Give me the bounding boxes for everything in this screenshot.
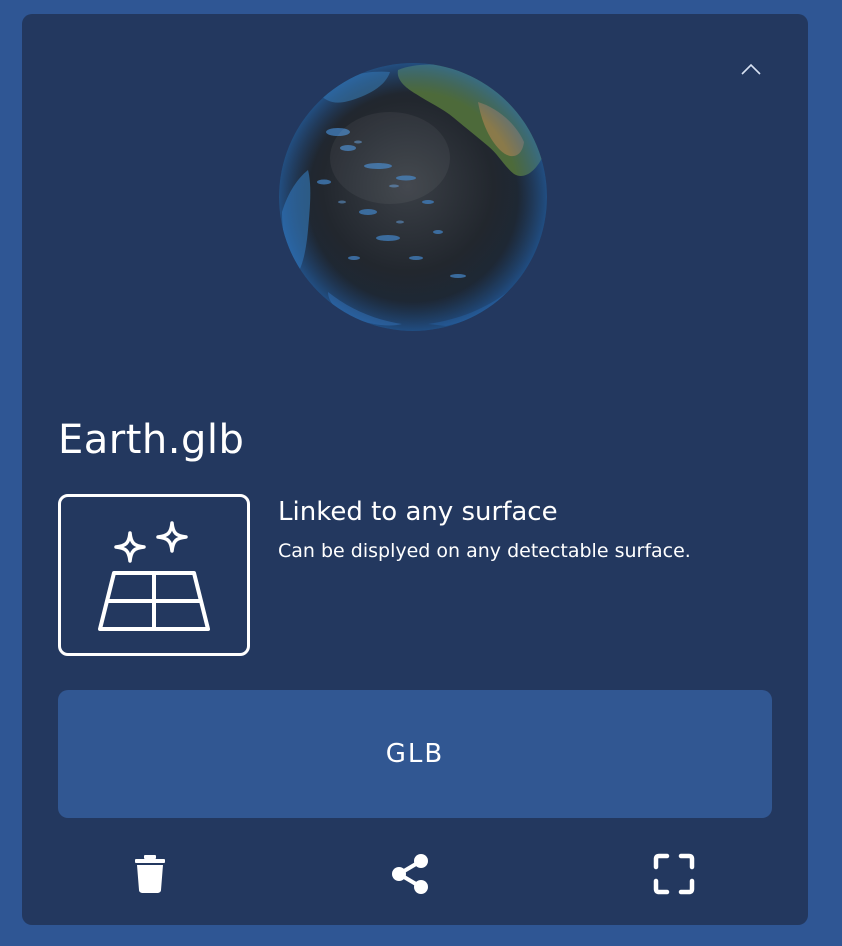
fullscreen-icon <box>653 853 695 895</box>
model-card: Earth.glb Linked to any surface Can be d… <box>22 14 808 925</box>
fullscreen-button[interactable] <box>648 848 700 900</box>
format-button[interactable]: GLB <box>58 690 772 818</box>
model-preview[interactable] <box>278 62 548 332</box>
surface-sparkle-icon <box>98 521 210 631</box>
placement-title: Linked to any surface <box>278 497 558 527</box>
share-icon <box>392 854 428 894</box>
placement-icon-box <box>58 494 250 656</box>
share-button[interactable] <box>384 848 436 900</box>
globe-preview <box>279 63 547 331</box>
chevron-up-icon <box>741 63 761 75</box>
delete-button[interactable] <box>124 848 176 900</box>
collapse-button[interactable] <box>734 54 768 84</box>
trash-icon <box>135 855 165 893</box>
page: Earth.glb Linked to any surface Can be d… <box>0 0 842 946</box>
model-title: Earth.glb <box>58 417 245 463</box>
placement-description: Can be displyed on any detectable surfac… <box>278 540 691 562</box>
